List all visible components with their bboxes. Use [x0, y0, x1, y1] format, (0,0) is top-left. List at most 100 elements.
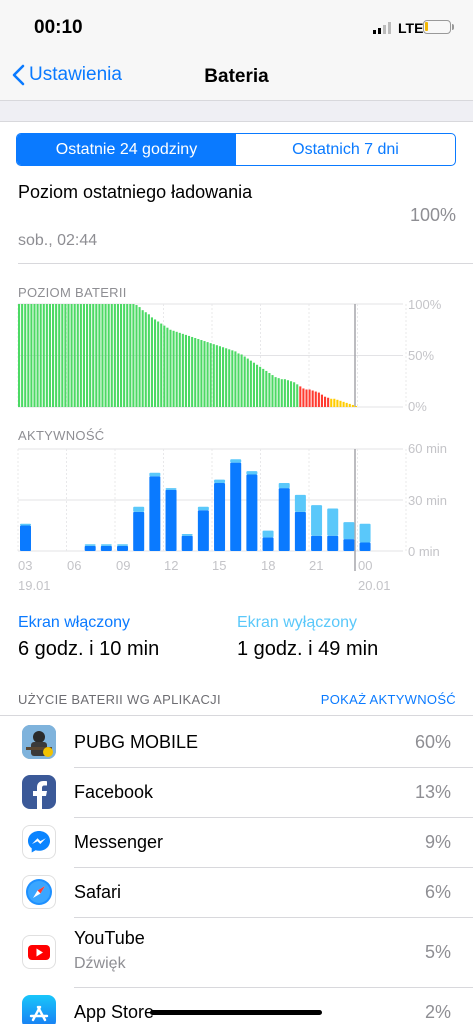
home-indicator	[150, 1010, 322, 1015]
screen-on-label: Ekran włączony	[18, 614, 131, 631]
app-name: PUBG MOBILE	[74, 732, 199, 752]
battery-level-bar	[52, 304, 55, 407]
battery-level-bar	[181, 333, 184, 407]
youtube-icon	[22, 935, 56, 969]
battery-level-bar	[348, 403, 351, 407]
battery-level-bar	[222, 347, 225, 407]
activity-bar-screen-on	[359, 542, 371, 551]
activity-bar-screen-off	[165, 488, 177, 490]
battery-level-bar	[18, 304, 21, 407]
activity-bar-screen-off	[262, 530, 274, 538]
battery-level-bar	[293, 382, 296, 407]
battery-level-bar	[166, 327, 169, 407]
battery-level-bar	[262, 368, 265, 407]
battery-level-bar	[144, 312, 147, 407]
app-row-app-store[interactable]: App Store 2%	[0, 987, 473, 1024]
battery-level-bar	[163, 325, 166, 407]
battery-level-bar	[246, 358, 249, 407]
activity-bar-screen-on	[181, 535, 193, 551]
battery-level-bar	[113, 304, 116, 407]
app-store-icon	[22, 995, 56, 1024]
activity-bar-screen-off	[84, 544, 96, 546]
battery-level-bar	[82, 304, 85, 407]
battery-level-bar	[110, 304, 113, 407]
activity-bar-screen-off	[149, 472, 161, 477]
activity-bar-screen-off	[311, 505, 323, 536]
battery-level-bar	[116, 304, 119, 407]
battery-level-bar	[302, 388, 305, 407]
activity-bar-screen-on	[294, 511, 306, 551]
battery-level-bar	[317, 392, 320, 407]
activity-bar-screen-on	[117, 545, 129, 551]
battery-level-bar	[265, 370, 268, 407]
battery-level-bar	[27, 304, 30, 407]
activity-bar-screen-off	[359, 523, 371, 543]
battery-level-bar	[194, 337, 197, 407]
battery-level-bar	[212, 344, 215, 407]
battery-level-bar	[175, 331, 178, 407]
battery-level-bar	[98, 304, 101, 407]
activity-bar-screen-on	[84, 545, 96, 551]
activity-bar-screen-off	[343, 522, 355, 540]
battery-level-bar	[351, 404, 354, 407]
activity-bar-screen-off	[327, 508, 339, 536]
battery-level-bar	[274, 377, 277, 407]
battery-level-bar	[296, 384, 299, 407]
battery-level-bar	[58, 304, 61, 407]
app-row-safari[interactable]: Safari 6%	[0, 867, 473, 917]
screen-off-label: Ekran wyłączony	[237, 614, 358, 631]
battery-level-bar	[76, 304, 79, 407]
activity-bar-screen-off	[278, 483, 290, 489]
activity-bar-screen-on	[165, 489, 177, 551]
screen-on-value: 6 godz. i 10 min	[18, 638, 160, 660]
battery-level-bar	[206, 342, 209, 407]
app-row-pubg[interactable]: PUBG MOBILE 60%	[0, 717, 473, 767]
battery-level-bar	[218, 346, 221, 407]
pubg-icon	[22, 725, 56, 759]
battery-level-bar	[252, 362, 255, 407]
battery-level-bar	[305, 389, 308, 407]
battery-level-bar	[330, 398, 333, 407]
battery-level-bar	[104, 304, 107, 407]
app-row-messenger[interactable]: Messenger 9%	[0, 817, 473, 867]
battery-level-bar	[327, 397, 330, 407]
activity-bar-screen-off	[214, 479, 226, 483]
battery-level-bar	[70, 304, 73, 407]
app-row-youtube[interactable]: YouTube Dźwięk 5%	[0, 917, 473, 987]
battery-level-bar	[92, 304, 95, 407]
battery-level-bar	[123, 304, 126, 407]
battery-level-bar	[311, 390, 314, 407]
activity-bar-screen-off	[246, 471, 258, 475]
battery-level-bar	[67, 304, 70, 407]
battery-level-bar	[277, 378, 280, 407]
battery-level-bar	[150, 317, 153, 407]
facebook-icon	[22, 775, 56, 809]
battery-level-bar	[197, 339, 200, 407]
app-row-facebook[interactable]: Facebook 13%	[0, 767, 473, 817]
battery-level-bar	[30, 304, 33, 407]
battery-level-bar	[209, 343, 212, 407]
battery-level-bar	[336, 399, 339, 407]
battery-level-bar	[184, 334, 187, 407]
activity-bar-screen-off	[197, 506, 209, 511]
battery-level-bar	[79, 304, 82, 407]
app-name: App Store	[74, 1002, 155, 1022]
battery-level-bar	[345, 402, 348, 407]
battery-level-bar	[234, 351, 237, 407]
battery-level-bar	[225, 348, 228, 407]
battery-level-bar	[237, 353, 240, 407]
messenger-icon	[22, 825, 56, 859]
battery-level-bar	[147, 314, 150, 407]
battery-level-bar	[215, 345, 218, 407]
app-percent: 60%	[414, 732, 451, 752]
show-activity-button[interactable]: POKAŻ AKTYWNOŚĆ	[321, 692, 456, 707]
activity-bar-screen-on	[246, 474, 258, 551]
battery-level-bar	[259, 366, 262, 407]
battery-level-bar	[231, 350, 234, 407]
battery-level-bar	[21, 304, 24, 407]
battery-level-bar	[188, 335, 191, 407]
activity-bar-screen-on	[133, 511, 145, 551]
battery-level-bar	[342, 401, 345, 407]
battery-level-bar	[228, 349, 231, 407]
activity-bar-screen-on	[343, 539, 355, 551]
